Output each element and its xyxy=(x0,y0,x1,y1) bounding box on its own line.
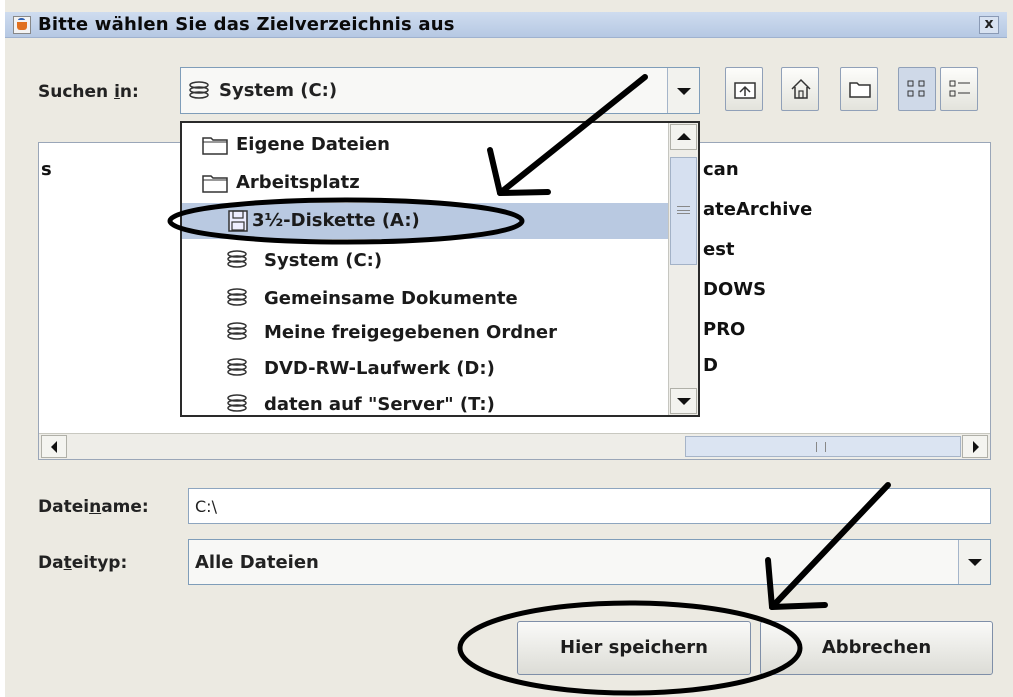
folder-icon xyxy=(202,175,228,193)
drive-icon xyxy=(227,250,247,268)
drive-icon xyxy=(189,81,209,99)
scroll-thumb[interactable] xyxy=(670,157,697,265)
dropdown-item-label: Eigene Dateien xyxy=(236,134,390,155)
file-item[interactable]: est xyxy=(703,239,735,260)
filetype-value: Alle Dateien xyxy=(195,552,319,573)
look-in-label: Suchen in: xyxy=(38,82,139,102)
dropdown-item-dvd[interactable]: DVD-RW-Laufwerk (D:) xyxy=(182,351,668,387)
filename-input[interactable] xyxy=(189,489,990,523)
dropdown-item-arbeitsplatz[interactable]: Arbeitsplatz xyxy=(182,165,668,201)
scroll-up-button[interactable] xyxy=(670,124,697,150)
scroll-right-button[interactable] xyxy=(962,435,988,458)
dropdown-item-label: Meine freigegebenen Ordner xyxy=(264,322,558,343)
home-button[interactable] xyxy=(781,67,819,111)
drive-icon xyxy=(227,288,247,306)
dropdown-item-label: System (C:) xyxy=(264,250,383,271)
scroll-thumb[interactable] xyxy=(685,436,961,457)
file-item[interactable]: ateArchive xyxy=(703,199,812,220)
dropdown-item-eigene-dateien[interactable]: Eigene Dateien xyxy=(182,127,668,163)
drive-icon xyxy=(227,322,247,340)
folder-icon xyxy=(202,137,228,155)
java-cup-icon xyxy=(13,16,31,34)
title-bar: Bitte wählen Sie das Zielverzeichnis aus… xyxy=(5,12,1007,38)
dropdown-item-system-c[interactable]: System (C:) xyxy=(182,243,668,279)
dropdown-item-label: DVD-RW-Laufwerk (D:) xyxy=(264,358,495,379)
dropdown-item-label: Gemeinsame Dokumente xyxy=(264,288,518,309)
floppy-icon xyxy=(228,210,248,232)
dropdown-item-label: 3½-Diskette (A:) xyxy=(252,210,420,231)
list-view-button[interactable] xyxy=(898,67,936,111)
filename-label: Dateiname: xyxy=(38,497,149,517)
close-button[interactable]: x xyxy=(979,16,999,34)
vertical-scrollbar[interactable] xyxy=(668,123,698,415)
look-in-combo[interactable]: System (C:) xyxy=(180,67,700,114)
filetype-combo[interactable]: Alle Dateien xyxy=(188,539,991,585)
dropdown-item-label: daten auf "Server" (T:) xyxy=(264,394,495,415)
filetype-label: Dateityp: xyxy=(38,553,128,573)
dropdown-item-gemeinsame-dokumente[interactable]: Gemeinsame Dokumente xyxy=(182,281,668,317)
details-view-icon xyxy=(949,80,970,97)
window-title: Bitte wählen Sie das Zielverzeichnis aus xyxy=(38,14,455,35)
drive-icon xyxy=(227,358,247,376)
new-folder-button[interactable] xyxy=(840,67,878,111)
file-item[interactable]: DOWS xyxy=(703,279,766,300)
look-in-value: System (C:) xyxy=(219,80,338,101)
filename-field[interactable] xyxy=(188,488,991,524)
drive-icon xyxy=(227,394,247,412)
dropdown-item-diskette[interactable]: 3½-Diskette (A:) xyxy=(182,203,668,239)
file-item[interactable]: s xyxy=(41,159,52,180)
home-icon xyxy=(791,78,811,99)
chevron-down-icon[interactable] xyxy=(958,540,990,584)
look-in-dropdown[interactable]: Eigene Dateien Arbeitsplatz 3½-Diskette … xyxy=(180,121,700,417)
up-folder-icon xyxy=(734,82,756,99)
new-folder-icon xyxy=(849,82,871,98)
dropdown-item-meine-ordner[interactable]: Meine freigegebenen Ordner xyxy=(182,315,668,351)
file-item[interactable]: can xyxy=(703,159,739,180)
chevron-down-icon[interactable] xyxy=(667,68,699,113)
save-here-button[interactable]: Hier speichern xyxy=(517,621,751,675)
cancel-button[interactable]: Abbrechen xyxy=(760,621,993,675)
dropdown-item-server[interactable]: daten auf "Server" (T:) xyxy=(182,387,668,423)
scroll-left-button[interactable] xyxy=(41,435,67,458)
file-item[interactable]: PRO xyxy=(703,319,745,340)
up-folder-button[interactable] xyxy=(725,67,763,111)
scroll-down-button[interactable] xyxy=(670,388,697,414)
details-view-button[interactable] xyxy=(940,67,978,111)
dropdown-item-label: Arbeitsplatz xyxy=(236,172,360,193)
list-view-icon xyxy=(907,80,925,97)
file-item[interactable]: D xyxy=(703,355,718,376)
horizontal-scrollbar[interactable] xyxy=(39,433,990,459)
